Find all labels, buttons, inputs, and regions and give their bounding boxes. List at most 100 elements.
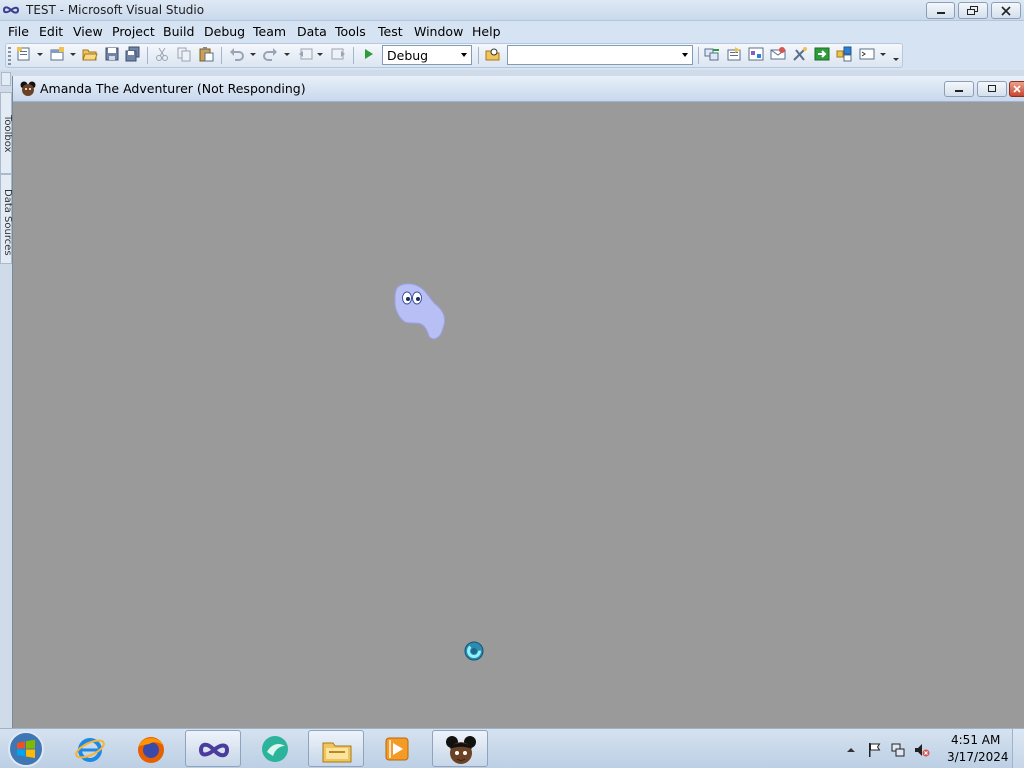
file-explorer-icon: [322, 742, 352, 763]
visual-studio-icon: [198, 742, 230, 758]
taskbar-visual-studio[interactable]: [185, 730, 241, 767]
busy-spinner-icon: [464, 641, 484, 661]
find-combo[interactable]: [507, 45, 693, 65]
tab-data-sources[interactable]: Data Sources: [0, 174, 13, 264]
undo-dropdown[interactable]: [250, 53, 256, 56]
game-maximize-button[interactable]: [977, 81, 1007, 97]
toolbar-separator: [698, 47, 699, 64]
maximize-icon: [988, 85, 996, 92]
game-window-title: Amanda The Adventurer (Not Responding): [40, 81, 306, 96]
start-debugging-icon[interactable]: [360, 46, 376, 62]
navigate-backward-icon[interactable]: [298, 46, 314, 62]
clock-time[interactable]: 4:51 AM: [951, 733, 1000, 747]
menu-data[interactable]: Data: [297, 24, 327, 39]
internet-explorer-icon: [75, 738, 105, 762]
menu-test[interactable]: Test: [378, 24, 403, 39]
menu-bar: File Edit View Project Build Debug Team …: [0, 21, 1024, 42]
taskbar-firefox[interactable]: [123, 730, 179, 767]
taskbar-media-player[interactable]: [369, 730, 425, 767]
team-explorer-icon[interactable]: [770, 46, 786, 62]
redo-dropdown[interactable]: [284, 53, 290, 56]
restore-button[interactable]: [958, 2, 988, 19]
menu-tools[interactable]: Tools: [335, 24, 366, 39]
amanda-icon: [20, 81, 36, 96]
game-titlebar[interactable]: Amanda The Adventurer (Not Responding): [13, 76, 1024, 102]
network-icon[interactable]: [890, 742, 906, 758]
vs-titlebar: TEST - Microsoft Visual Studio: [0, 0, 1024, 21]
amanda-game-icon: [446, 736, 476, 764]
game-canvas[interactable]: [19, 102, 1024, 728]
firefox-icon: [138, 737, 164, 763]
save-all-icon[interactable]: [125, 46, 141, 62]
toolbar-options-chevron[interactable]: [893, 58, 899, 61]
add-item-icon[interactable]: [49, 46, 65, 62]
start-page-icon[interactable]: [814, 46, 830, 62]
redo-icon[interactable]: [262, 46, 278, 62]
window-title: TEST - Microsoft Visual Studio: [26, 3, 205, 17]
action-center-flag-icon[interactable]: [866, 742, 882, 758]
new-project-dropdown[interactable]: [37, 53, 43, 56]
taskbar-media-app[interactable]: [247, 730, 303, 767]
solution-configuration-value: Debug: [387, 48, 429, 63]
game-close-button[interactable]: [1009, 81, 1024, 97]
media-player-icon: [385, 737, 409, 761]
save-icon[interactable]: [104, 46, 120, 62]
solution-configuration-combo[interactable]: Debug: [382, 45, 472, 65]
menu-file[interactable]: File: [8, 24, 29, 39]
menu-build[interactable]: Build: [163, 24, 194, 39]
dock-pin[interactable]: [1, 72, 11, 86]
toolbar-separator: [221, 47, 222, 64]
toolbar-grip[interactable]: [8, 47, 11, 65]
menu-help[interactable]: Help: [472, 24, 501, 39]
menu-view[interactable]: View: [73, 24, 103, 39]
toolbar-separator: [478, 47, 479, 64]
toolbar-separator: [353, 47, 354, 64]
close-button[interactable]: [991, 2, 1021, 19]
undo-icon[interactable]: [229, 46, 245, 62]
command-window-dropdown[interactable]: [880, 53, 886, 56]
show-desktop-button[interactable]: [1012, 729, 1024, 768]
menu-debug[interactable]: Debug: [204, 24, 245, 39]
minimize-button[interactable]: [926, 2, 955, 19]
left-dock: Toolbox Data Sources: [0, 70, 13, 728]
properties-icon[interactable]: [726, 46, 742, 62]
restore-icon: [967, 5, 978, 15]
ghost-sprite: [394, 283, 446, 340]
paste-icon[interactable]: [198, 46, 214, 62]
visual-studio-logo-icon: [3, 6, 19, 14]
minimize-icon: [936, 11, 945, 14]
chevron-down-icon[interactable]: [678, 46, 692, 64]
game-window[interactable]: Amanda The Adventurer (Not Responding): [12, 76, 1024, 728]
clock-date[interactable]: 3/17/2024: [947, 750, 1009, 764]
volume-muted-icon[interactable]: [914, 742, 930, 758]
object-browser-icon[interactable]: [748, 46, 764, 62]
open-file-icon[interactable]: [82, 46, 98, 62]
game-minimize-button[interactable]: [944, 81, 974, 97]
menu-team[interactable]: Team: [253, 24, 286, 39]
taskbar-internet-explorer[interactable]: [62, 730, 118, 767]
extension-manager-icon[interactable]: [836, 46, 852, 62]
new-project-icon[interactable]: [16, 46, 32, 62]
cut-icon[interactable]: [154, 46, 170, 62]
toolbox-icon[interactable]: [792, 46, 808, 62]
close-icon: [1001, 5, 1011, 16]
chevron-down-icon[interactable]: [457, 46, 471, 64]
menu-window[interactable]: Window: [414, 24, 463, 39]
windows-start-icon[interactable]: [6, 730, 46, 768]
navigate-backward-dropdown[interactable]: [317, 53, 323, 56]
menu-project[interactable]: Project: [112, 24, 155, 39]
menu-edit[interactable]: Edit: [39, 24, 63, 39]
command-window-icon[interactable]: [859, 46, 875, 62]
media-app-icon: [262, 736, 288, 762]
show-hidden-icons-icon[interactable]: [843, 742, 859, 758]
solution-explorer-icon[interactable]: [704, 46, 720, 62]
minimize-icon: [955, 90, 963, 92]
toolbar-separator: [147, 47, 148, 64]
taskbar-amanda-game[interactable]: [432, 730, 488, 767]
tab-toolbox[interactable]: Toolbox: [0, 92, 13, 174]
taskbar-file-explorer[interactable]: [308, 730, 364, 767]
find-in-files-icon[interactable]: [485, 46, 501, 62]
copy-icon[interactable]: [176, 46, 192, 62]
add-item-dropdown[interactable]: [70, 53, 76, 56]
navigate-forward-icon[interactable]: [330, 46, 346, 62]
